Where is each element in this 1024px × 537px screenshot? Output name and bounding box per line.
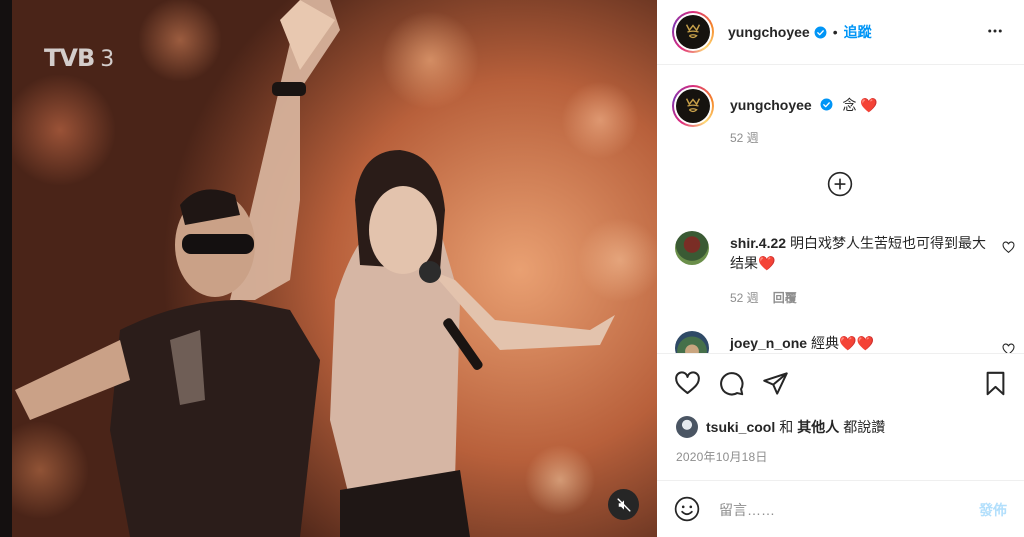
post-media-video[interactable]: TVB 3 (0, 0, 657, 537)
comments-list[interactable]: yungchoyee 念 ❤️ 52 週 shir.4.22 明白戏梦人生苦短也可… (657, 66, 1024, 353)
follow-button[interactable]: 追蹤 (844, 22, 872, 42)
post-actions-section: tsuki_cool 和 其他人 都說讚 2020年10月18日 發佈 (657, 353, 1024, 537)
post-side-panel: yungchoyee • 追蹤 yungchoyee 念 ❤️ 52 週 shi… (657, 0, 1024, 537)
mute-button[interactable] (608, 489, 639, 520)
commenter-avatar[interactable] (675, 231, 709, 265)
commenter-avatar[interactable] (675, 331, 709, 353)
brand-logo-icon (685, 98, 701, 113)
header-separator: • (832, 24, 838, 40)
caption-text: 念 (842, 97, 857, 113)
brand-logo-icon (685, 24, 701, 39)
save-bookmark-icon[interactable] (982, 370, 1009, 397)
liker-avatar[interactable] (676, 416, 698, 438)
comment-bubble-icon[interactable] (718, 370, 745, 397)
commenter-username[interactable]: shir.4.22 (730, 235, 786, 251)
verified-badge-icon (820, 98, 833, 111)
comment-timestamp[interactable]: 52 週 (730, 291, 759, 305)
verified-badge-icon (814, 26, 827, 38)
liked-by-suffix: 都說讚 (843, 419, 886, 435)
speaker-muted-icon (616, 497, 631, 512)
comment-emoji: ❤️ (758, 255, 776, 271)
post-header: yungchoyee • 追蹤 (657, 0, 1024, 65)
emoji-picker-icon[interactable] (674, 496, 700, 522)
comment-text: 經典 (811, 335, 840, 351)
post-comment-button[interactable]: 發佈 (979, 500, 1007, 520)
caption-username[interactable]: yungchoyee (730, 97, 812, 113)
load-more-comments-icon[interactable] (827, 171, 853, 197)
post-date[interactable]: 2020年10月18日 (676, 448, 768, 465)
reply-button[interactable]: 回覆 (773, 291, 797, 305)
liked-by-others-link[interactable]: 其他人 (797, 417, 839, 437)
liked-by-connector: 和 (779, 419, 794, 435)
male-performer (15, 0, 340, 537)
performers-image (15, 0, 615, 537)
comment-input[interactable] (719, 499, 949, 521)
female-performer (330, 150, 615, 537)
caption-timestamp[interactable]: 52 週 (730, 129, 759, 146)
like-comment-heart-icon[interactable] (1002, 343, 1015, 353)
commenter-username[interactable]: joey_n_one (730, 335, 807, 351)
more-options-icon[interactable] (986, 22, 1004, 40)
caption-emoji: ❤️ (860, 97, 878, 113)
liker-username[interactable]: tsuki_cool (706, 419, 775, 435)
comment-composer: 發佈 (657, 480, 1024, 537)
author-username[interactable]: yungchoyee (728, 24, 810, 40)
author-avatar[interactable] (672, 11, 714, 53)
caption-author-avatar[interactable] (672, 85, 714, 127)
share-paper-plane-icon[interactable] (762, 370, 789, 397)
comment-meta: 52 週回覆 (730, 289, 811, 306)
like-heart-icon[interactable] (674, 370, 701, 397)
liked-by-summary: tsuki_cool 和 其他人 都說讚 (676, 416, 885, 438)
like-comment-heart-icon[interactable] (1002, 241, 1015, 254)
comment-emoji: ❤️❤️ (839, 335, 874, 351)
